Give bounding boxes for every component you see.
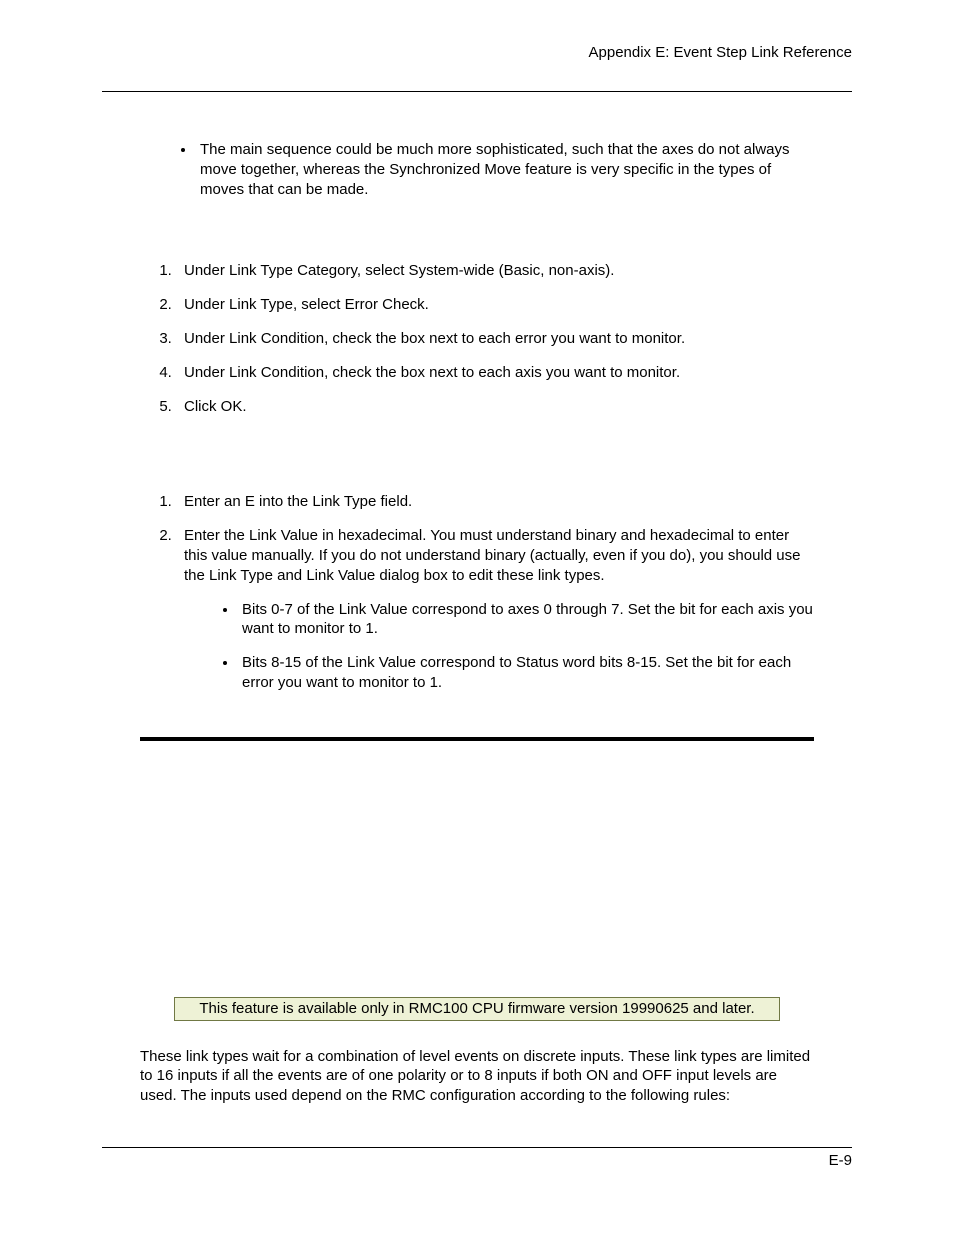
sub-bullets: Bits 0-7 of the Link Value correspond to… (184, 600, 814, 693)
step: Under Link Condition, check the box next… (176, 363, 814, 383)
footer-rule (102, 1147, 852, 1148)
intro-bullets: The main sequence could be much more sop… (140, 140, 814, 199)
page-footer: E-9 (102, 1147, 852, 1169)
step: Click OK. (176, 397, 814, 417)
step: Enter an E into the Link Type field. (176, 492, 814, 512)
steps-list-1: Under Link Type Category, select System-… (140, 261, 814, 416)
step: Under Link Type Category, select System-… (176, 261, 814, 281)
description-paragraph: These link types wait for a combination … (140, 1047, 814, 1106)
steps-list-2: Enter an E into the Link Type field. Ent… (140, 492, 814, 692)
step: Under Link Type, select Error Check. (176, 295, 814, 315)
step: Under Link Condition, check the box next… (176, 329, 814, 349)
step-text: Enter the Link Value in hexadecimal. You… (184, 527, 800, 584)
page-header: Appendix E: Event Step Link Reference (102, 44, 852, 61)
intro-bullet-item: The main sequence could be much more sop… (196, 140, 814, 199)
sub-bullet: Bits 0-7 of the Link Value correspond to… (238, 600, 814, 640)
sub-bullet: Bits 8-15 of the Link Value correspond t… (238, 653, 814, 693)
step: Enter the Link Value in hexadecimal. You… (176, 526, 814, 693)
availability-note: This feature is available only in RMC100… (174, 997, 780, 1021)
page-number: E-9 (102, 1152, 852, 1169)
